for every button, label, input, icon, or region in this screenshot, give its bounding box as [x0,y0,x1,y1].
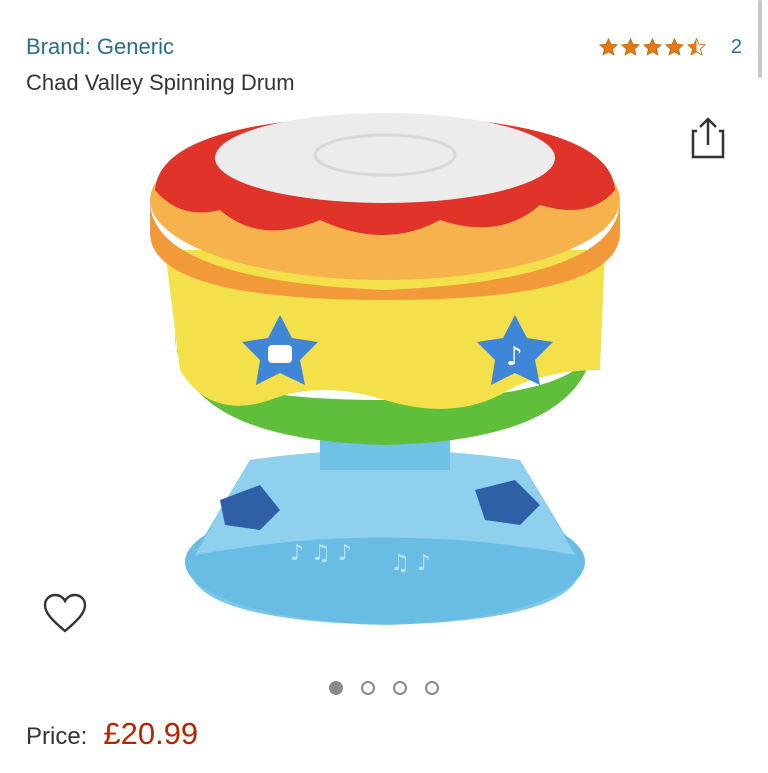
carousel-dot[interactable] [329,681,343,695]
product-image[interactable]: ♪ ♫ ♪ ♫ ♪ ♪ [120,100,650,645]
carousel-dot[interactable] [361,681,375,695]
brand-link[interactable]: Brand: Generic [26,34,174,60]
svg-text:♫ ♪: ♫ ♪ [390,551,431,576]
star-full-icon [598,37,618,56]
rating-count-link[interactable]: 2 [731,36,742,59]
drum-head [215,113,555,203]
carousel-dot[interactable] [393,681,407,695]
svg-text:♪ ♫ ♪: ♪ ♫ ♪ [290,541,352,566]
star-half-icon [686,37,706,56]
star-full-icon [620,37,640,56]
star-rating [598,37,707,58]
star-full-icon [642,37,662,56]
heart-outline-icon[interactable] [42,592,88,634]
scrollbar[interactable] [758,0,762,78]
price-value: £20.99 [103,716,199,751]
share-icon[interactable] [689,115,727,159]
price-label: Price: [26,723,88,750]
image-carousel-indicator [0,681,768,695]
drum-base: ♪ ♫ ♪ ♫ ♪ [185,450,585,625]
product-title: Chad Valley Spinning Drum [26,70,295,95]
rating-summary[interactable]: 2 [598,36,742,59]
star-full-icon [664,37,684,56]
svg-text:♪: ♪ [506,342,523,372]
carousel-dot[interactable] [425,681,439,695]
price-row: Price: £20.99 [26,716,198,752]
